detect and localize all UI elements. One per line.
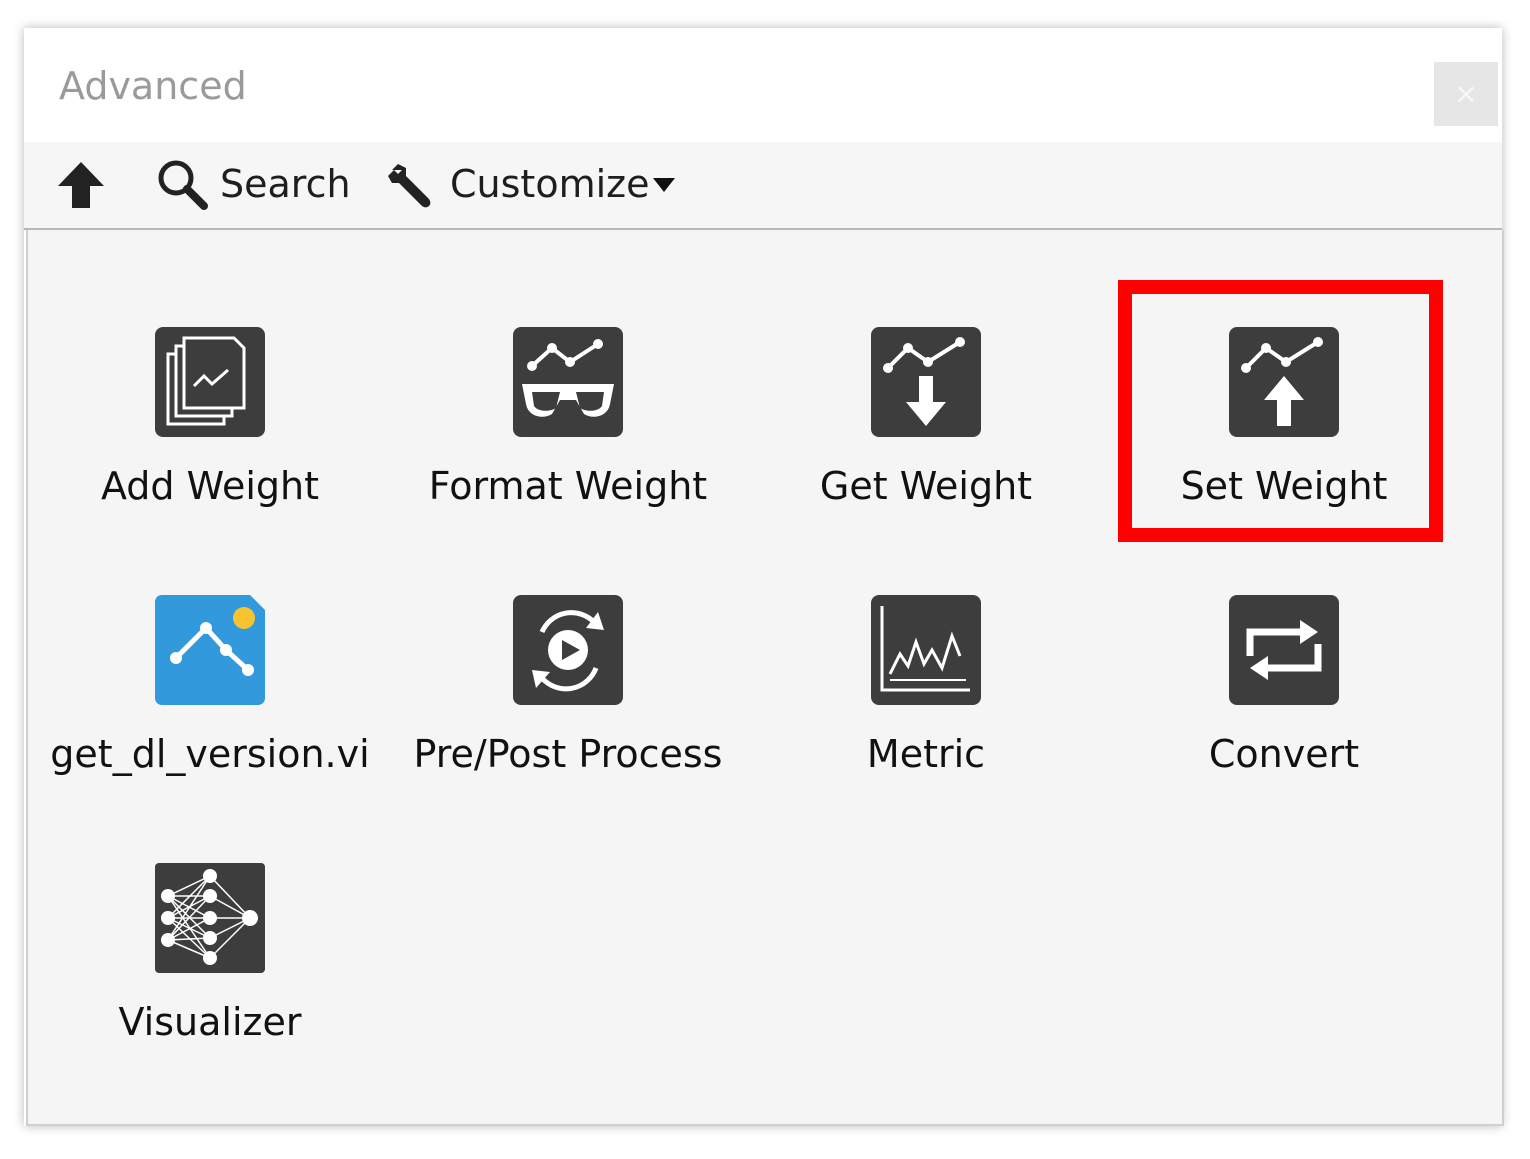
palette-content: Add Weight Format Weight Get Weight Set … (26, 230, 1504, 1126)
customize-label: Customize (450, 162, 650, 206)
item-label: Metric (866, 732, 986, 776)
get-weight-icon (871, 327, 981, 437)
pre-post-process-icon (513, 595, 623, 705)
palette-item-convert[interactable]: Convert (1114, 594, 1454, 780)
dropdown-arrow-icon (653, 178, 676, 192)
search-label: Search (220, 162, 351, 206)
item-label: get_dl_version.vi (50, 732, 370, 776)
item-label: Format Weight (428, 464, 708, 508)
advanced-palette-window: Advanced × Search Customize Add Weight F… (24, 28, 1504, 1126)
convert-icon (1229, 595, 1339, 705)
add-weight-icon (155, 327, 265, 437)
selection-highlight (1118, 280, 1443, 542)
item-label: Get Weight (819, 464, 1033, 508)
palette-item-metric[interactable]: Metric (756, 594, 1096, 780)
palette-item-format-weight[interactable]: Format Weight (398, 326, 738, 512)
search-icon (158, 160, 208, 210)
customize-menu[interactable]: Customize (384, 154, 676, 214)
palette-toolbar: Search Customize (24, 142, 1502, 230)
item-label: Add Weight (100, 464, 320, 508)
palette-item-get-weight[interactable]: Get Weight (756, 326, 1096, 512)
window-title: Advanced (59, 64, 247, 108)
up-arrow-button[interactable] (54, 158, 108, 212)
item-label: Visualizer (118, 1000, 302, 1044)
close-button[interactable]: × (1434, 62, 1498, 126)
palette-item-pre-post-process[interactable]: Pre/Post Process (398, 594, 738, 780)
palette-item-get-dl-version[interactable]: get_dl_version.vi (40, 594, 380, 780)
up-arrow-icon (58, 162, 104, 208)
palette-item-visualizer[interactable]: Visualizer (40, 862, 380, 1048)
format-weight-icon (513, 327, 623, 437)
wrench-icon (388, 164, 431, 208)
vi-graph-icon (155, 595, 265, 705)
search-button[interactable]: Search (154, 154, 351, 214)
item-label: Pre/Post Process (413, 732, 723, 776)
palette-item-add-weight[interactable]: Add Weight (40, 326, 380, 512)
neural-network-icon (155, 863, 265, 973)
metric-chart-icon (871, 595, 981, 705)
item-label: Convert (1208, 732, 1360, 776)
title-bar[interactable]: Advanced × (24, 28, 1502, 142)
